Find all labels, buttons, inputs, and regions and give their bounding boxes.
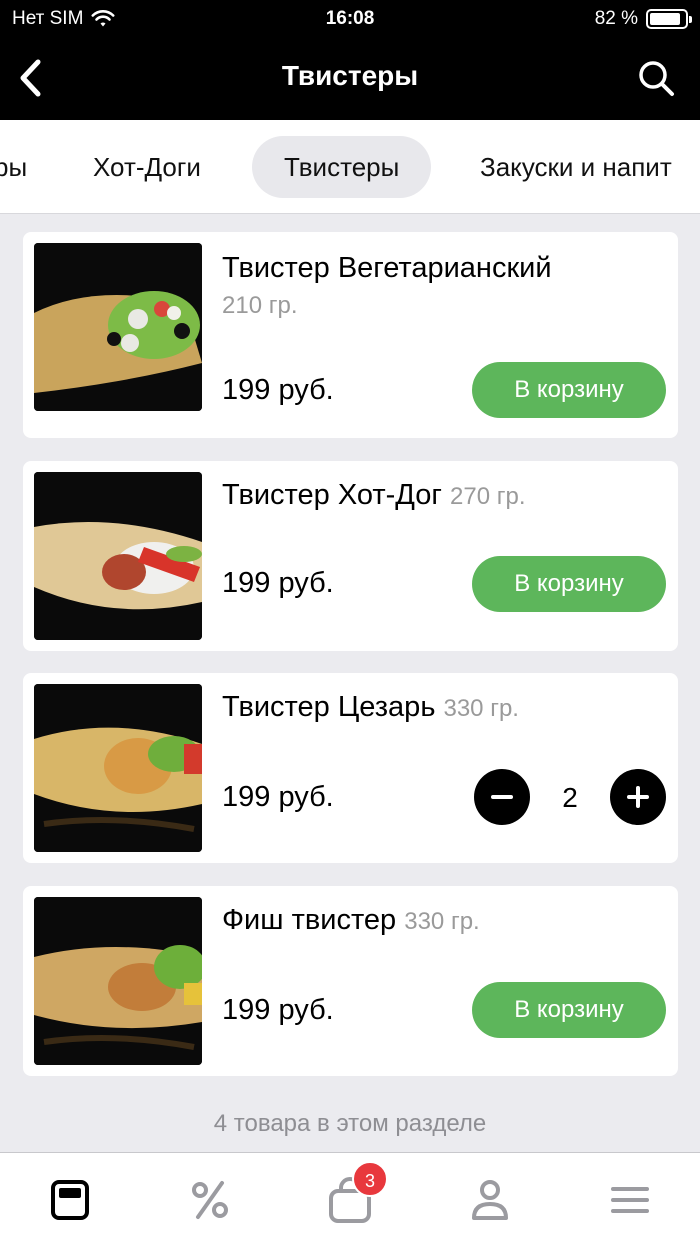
plus-icon (627, 786, 649, 808)
product-name: Фиш твистер (222, 904, 397, 936)
tab-category-0[interactable]: ры (0, 136, 27, 198)
battery-info: 82 % (594, 8, 692, 30)
product-image (34, 684, 202, 852)
status-bar: Нет SIM 16:08 82 % (0, 0, 700, 40)
product-name-line: Твистер Хот-Дог 270 гр. (222, 479, 525, 512)
product-name-line: Твистер Цезарь 330 гр. (222, 691, 519, 724)
battery-icon (646, 9, 692, 29)
menu-icon (51, 1180, 89, 1220)
decrease-quantity-button[interactable] (474, 769, 530, 825)
product-image (34, 897, 202, 1065)
product-weight: 270 гр. (450, 483, 526, 510)
product-card: Твистер Вегетарианский 210 гр. 199 руб. … (23, 232, 678, 438)
bottom-tab-bar (0, 1152, 700, 1244)
product-weight: 330 гр. (443, 695, 519, 722)
add-to-cart-button[interactable]: В корзину (472, 556, 666, 612)
tab-twisters[interactable]: Твистеры (252, 136, 432, 198)
battery-percent: 82 % (594, 8, 638, 29)
top-bar: Нет SIM 16:08 82 % Твистеры (0, 0, 700, 120)
section-item-count: 4 товара в этом разделе (213, 1110, 487, 1137)
search-button[interactable] (636, 58, 676, 98)
tab-more[interactable] (605, 1175, 655, 1225)
product-card: Фиш твистер 330 гр. 199 руб. В корзину (23, 886, 678, 1076)
search-icon (639, 61, 674, 96)
minus-icon (491, 795, 513, 799)
product-card: Твистер Цезарь 330 гр. 199 руб. 2 (23, 673, 678, 863)
increase-quantity-button[interactable] (610, 769, 666, 825)
profile-icon (472, 1180, 508, 1220)
product-name: Твистер Хот-Дог (222, 479, 442, 511)
product-weight: 330 гр. (404, 908, 480, 935)
product-price: 199 руб. (222, 994, 334, 1026)
product-card: Твистер Хот-Дог 270 гр. 199 руб. В корзи… (23, 461, 678, 651)
quantity-value: 2 (562, 782, 578, 813)
product-name-line: Фиш твистер 330 гр. (222, 904, 480, 937)
category-tabs: ры Хот-Доги Твистеры Закуски и напит (0, 120, 700, 214)
tab-snacks-drinks[interactable]: Закуски и напит (480, 136, 672, 198)
product-name: Твистер Цезарь (222, 691, 436, 723)
product-price: 199 руб. (222, 567, 334, 599)
add-to-cart-button[interactable]: В корзину (472, 982, 666, 1038)
hamburger-icon (611, 1187, 649, 1213)
product-price: 199 руб. (222, 374, 334, 406)
percent-icon (192, 1181, 228, 1219)
tab-menu[interactable] (45, 1175, 95, 1225)
page-title: Твистеры (281, 60, 419, 91)
product-image (34, 243, 202, 411)
product-price: 199 руб. (222, 781, 334, 813)
tab-promotions[interactable] (185, 1175, 235, 1225)
product-weight: 210 гр. (222, 292, 298, 319)
cart-count-badge: 3 (352, 1161, 388, 1197)
product-image (34, 472, 202, 640)
product-name: Твистер Вегетарианский (222, 252, 552, 284)
add-to-cart-button[interactable]: В корзину (472, 362, 666, 418)
tab-profile[interactable] (465, 1175, 515, 1225)
tab-hot-dogs[interactable]: Хот-Доги (93, 136, 201, 198)
